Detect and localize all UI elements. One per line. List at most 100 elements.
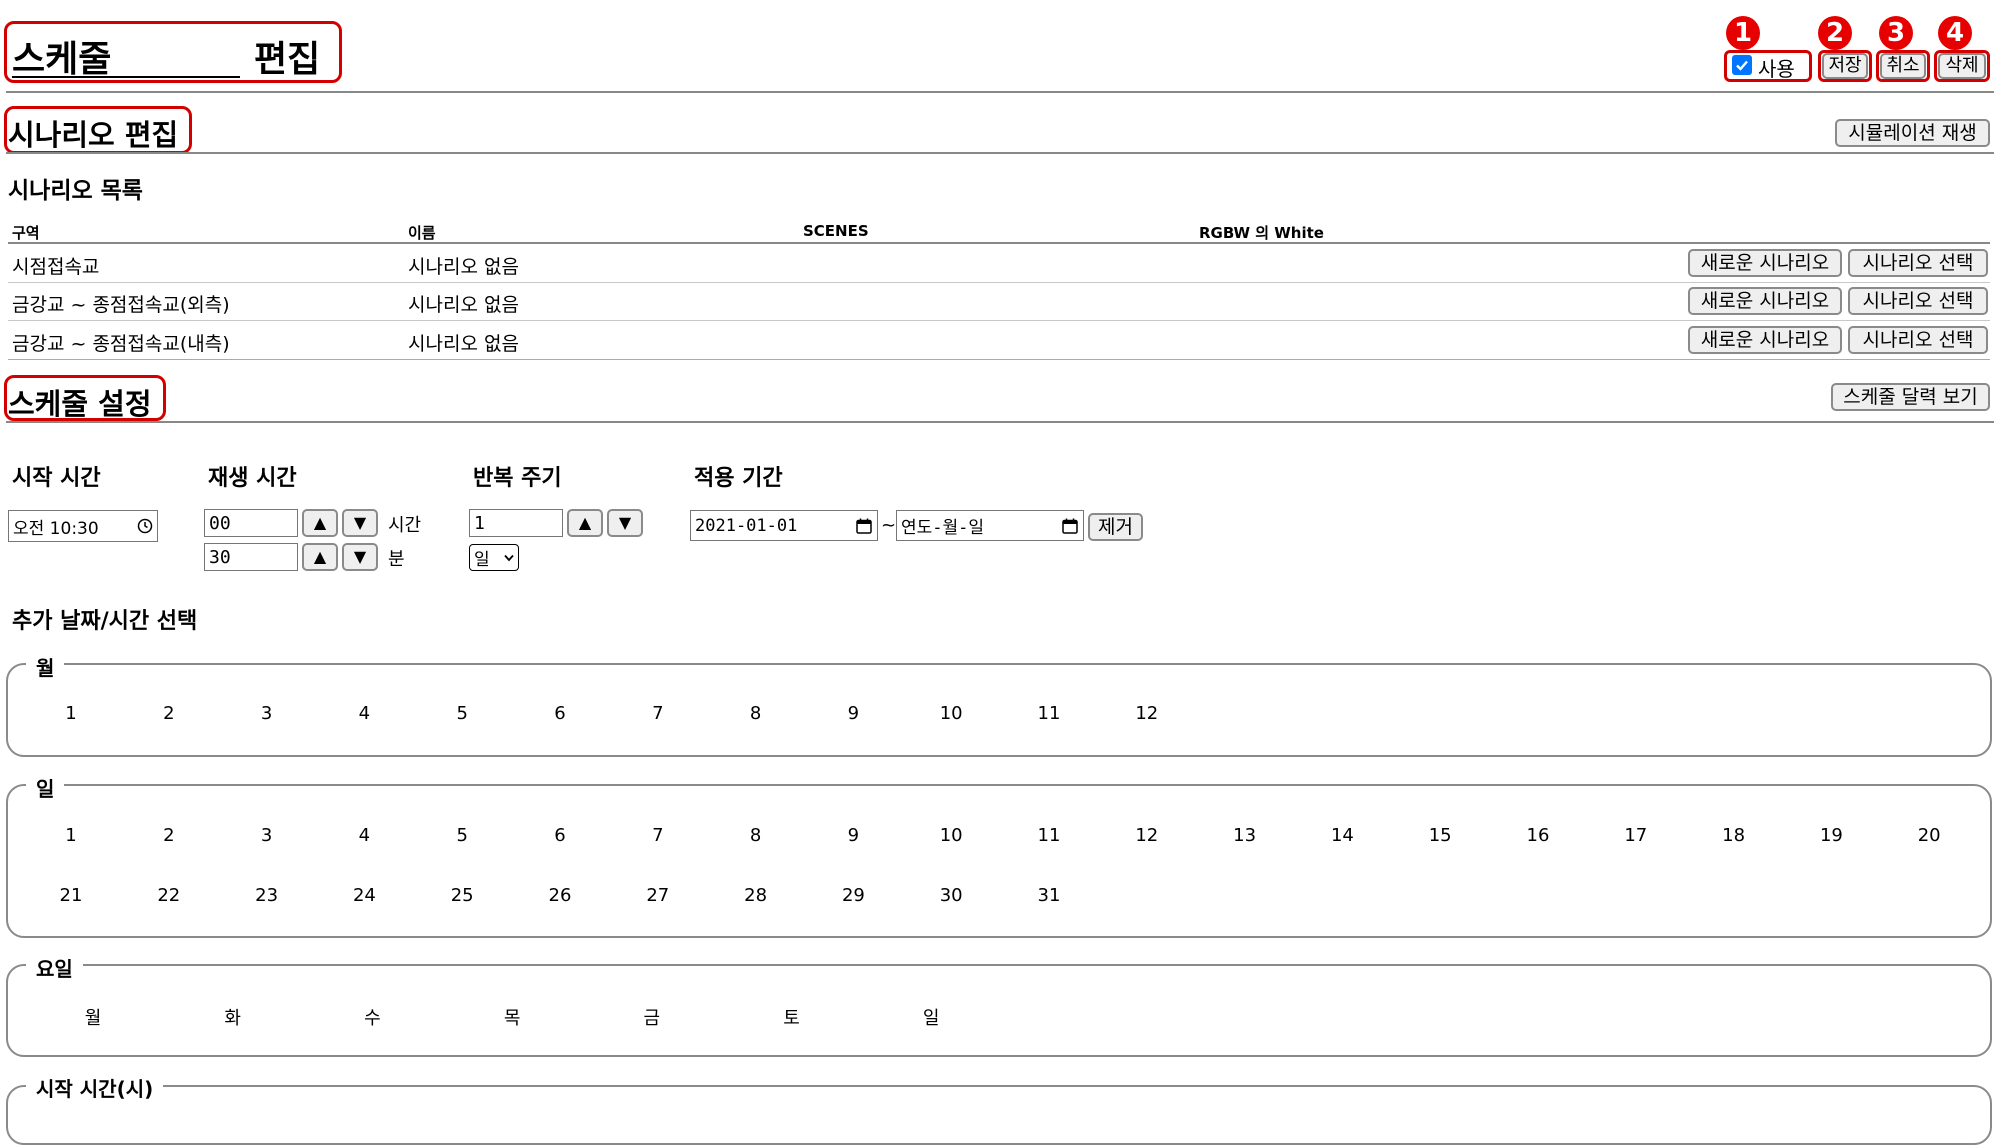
day-option[interactable]: 3 <box>237 825 297 846</box>
calendar-icon[interactable] <box>855 517 873 535</box>
month-option[interactable]: 7 <box>628 703 688 724</box>
day-option[interactable]: 12 <box>1117 825 1177 846</box>
day-option[interactable]: 15 <box>1410 825 1470 846</box>
period-start-input[interactable]: 2021-01-01 <box>690 510 878 541</box>
weekday-option[interactable]: 목 <box>482 1004 542 1030</box>
schedule-divider <box>6 421 1994 423</box>
use-label[interactable]: 사용 <box>1758 53 1795 82</box>
day-option[interactable]: 25 <box>432 885 492 906</box>
select-scenario-button[interactable]: 시나리오 선택 <box>1848 287 1988 315</box>
save-button[interactable]: 저장 <box>1822 53 1868 79</box>
month-option[interactable]: 10 <box>921 703 981 724</box>
day-option[interactable]: 24 <box>334 885 394 906</box>
minutes-down-button[interactable]: ▼ <box>342 543 378 571</box>
start-time-input[interactable]: 오전 10:30 <box>8 510 158 542</box>
month-option[interactable]: 4 <box>334 703 394 724</box>
scenario-divider <box>6 152 1994 154</box>
start-hour-legend: 시작 시간(시) <box>26 1073 164 1102</box>
day-option[interactable]: 10 <box>921 825 981 846</box>
weekday-option[interactable]: 토 <box>762 1004 822 1030</box>
day-legend: 일 <box>26 773 65 802</box>
day-option[interactable]: 22 <box>139 885 199 906</box>
period-label: 적용 기간 <box>694 466 783 491</box>
weekday-option[interactable]: 월 <box>63 1004 123 1030</box>
month-option[interactable]: 12 <box>1117 703 1177 724</box>
day-option[interactable]: 29 <box>823 885 883 906</box>
day-option[interactable]: 5 <box>432 825 492 846</box>
day-option[interactable]: 31 <box>1019 885 1079 906</box>
day-option[interactable]: 17 <box>1606 825 1666 846</box>
month-option[interactable]: 5 <box>432 703 492 724</box>
day-fieldset <box>6 784 1992 938</box>
hours-up-button[interactable]: ▲ <box>302 509 338 537</box>
page-title-right: 편집 <box>254 39 321 80</box>
new-scenario-button[interactable]: 새로운 시나리오 <box>1688 326 1842 354</box>
badge-4: 4 <box>1938 16 1972 50</box>
day-option[interactable]: 30 <box>921 885 981 906</box>
badge-1: 1 <box>1726 16 1760 50</box>
cancel-button[interactable]: 취소 <box>1880 53 1926 79</box>
calendar-icon[interactable] <box>1061 517 1079 535</box>
month-option[interactable]: 1 <box>41 703 101 724</box>
simulation-play-button[interactable]: 시뮬레이션 재생 <box>1835 119 1990 147</box>
clock-icon[interactable] <box>137 518 153 534</box>
day-option[interactable]: 14 <box>1312 825 1372 846</box>
month-legend: 월 <box>26 652 65 681</box>
start-time-label: 시작 시간 <box>12 466 101 491</box>
period-end-input[interactable]: 연도-월-일 <box>896 510 1084 541</box>
repeat-unit-value: 일 <box>474 550 490 570</box>
weekday-option[interactable]: 일 <box>901 1004 961 1030</box>
minutes-up-button[interactable]: ▲ <box>302 543 338 571</box>
table-row-area: 금강교 ~ 종점접속교(외측) <box>12 294 230 316</box>
weekday-option[interactable]: 수 <box>342 1004 402 1030</box>
new-scenario-button[interactable]: 새로운 시나리오 <box>1688 287 1842 315</box>
hours-input[interactable]: 00 <box>204 509 298 537</box>
repeat-down-button[interactable]: ▼ <box>607 509 643 537</box>
day-option[interactable]: 20 <box>1899 825 1959 846</box>
weekday-option[interactable]: 화 <box>203 1004 263 1030</box>
month-option[interactable]: 2 <box>139 703 199 724</box>
month-option[interactable]: 8 <box>726 703 786 724</box>
day-option[interactable]: 23 <box>237 885 297 906</box>
row-divider <box>8 359 1990 360</box>
use-checkbox[interactable] <box>1732 55 1752 75</box>
hours-down-button[interactable]: ▼ <box>342 509 378 537</box>
repeat-unit-select[interactable]: 일 <box>469 544 519 571</box>
day-option[interactable]: 7 <box>628 825 688 846</box>
day-option[interactable]: 8 <box>726 825 786 846</box>
day-option[interactable]: 13 <box>1215 825 1275 846</box>
day-option[interactable]: 11 <box>1019 825 1079 846</box>
weekday-option[interactable]: 금 <box>622 1004 682 1030</box>
month-option[interactable]: 9 <box>823 703 883 724</box>
table-row-name: 시나리오 없음 <box>408 333 519 355</box>
play-time-label: 재생 시간 <box>208 466 297 491</box>
month-option[interactable]: 6 <box>530 703 590 724</box>
minutes-input[interactable]: 30 <box>204 543 298 571</box>
column-rgbw-white: RGBW 의 White <box>1199 224 1324 242</box>
day-option[interactable]: 6 <box>530 825 590 846</box>
day-option[interactable]: 1 <box>41 825 101 846</box>
day-option[interactable]: 27 <box>628 885 688 906</box>
period-end-placeholder: 연도-월-일 <box>901 518 985 538</box>
day-option[interactable]: 28 <box>726 885 786 906</box>
repeat-input[interactable]: 1 <box>469 509 563 537</box>
month-option[interactable]: 11 <box>1019 703 1079 724</box>
day-option[interactable]: 16 <box>1508 825 1568 846</box>
period-start-value: 2021-01-01 <box>695 515 798 536</box>
repeat-up-button[interactable]: ▲ <box>567 509 603 537</box>
new-scenario-button[interactable]: 새로운 시나리오 <box>1688 249 1842 277</box>
select-scenario-button[interactable]: 시나리오 선택 <box>1848 326 1988 354</box>
remove-period-button[interactable]: 제거 <box>1088 513 1143 541</box>
day-option[interactable]: 18 <box>1704 825 1764 846</box>
select-scenario-button[interactable]: 시나리오 선택 <box>1848 249 1988 277</box>
day-option[interactable]: 4 <box>334 825 394 846</box>
hours-unit: 시간 <box>388 515 422 536</box>
delete-button[interactable]: 삭제 <box>1938 53 1986 79</box>
day-option[interactable]: 21 <box>41 885 101 906</box>
day-option[interactable]: 9 <box>823 825 883 846</box>
month-option[interactable]: 3 <box>237 703 297 724</box>
day-option[interactable]: 2 <box>139 825 199 846</box>
day-option[interactable]: 19 <box>1801 825 1861 846</box>
day-option[interactable]: 26 <box>530 885 590 906</box>
schedule-calendar-button[interactable]: 스케줄 달력 보기 <box>1831 383 1990 411</box>
